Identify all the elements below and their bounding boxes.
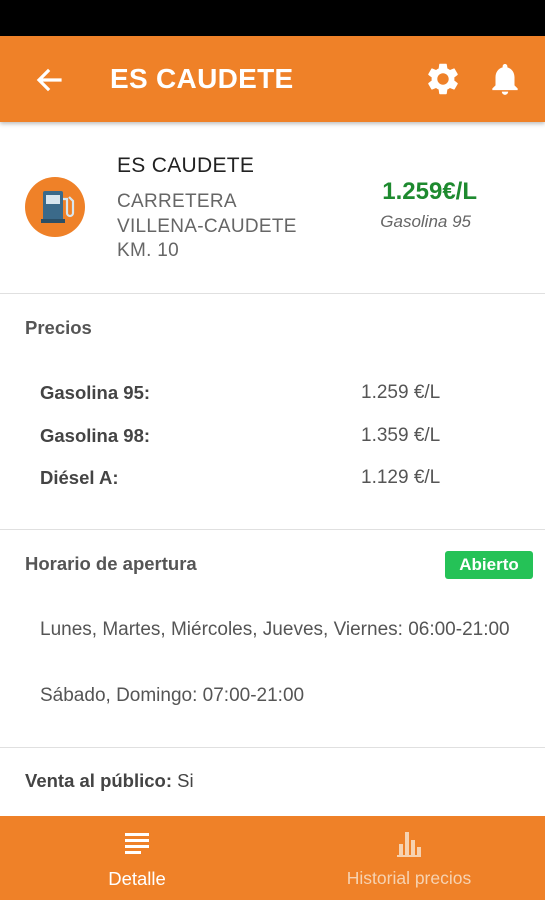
page-title: ES CAUDETE <box>110 63 294 94</box>
opening-hours-section: Horario de apertura Abierto Lunes, Marte… <box>0 530 545 748</box>
fuel-pump-icon <box>25 177 85 237</box>
fuel-label: Gasolina 95: <box>40 382 151 403</box>
station-detail: ES CAUDETE CARRETERA VILLENA-CAUDETE KM.… <box>0 122 545 816</box>
prices-title: Precios <box>25 317 92 338</box>
prices-section: Precios Gasolina 95: 1.259 €/L Gasolina … <box>0 294 545 530</box>
station-address: CARRETERA VILLENA-CAUDETE KM. 10 <box>117 190 317 264</box>
hours-line-weekdays: Lunes, Martes, Miércoles, Jueves, Vierne… <box>40 619 510 640</box>
bottom-navigation: Detalle Historial precios <box>0 816 545 900</box>
opening-hours-title: Horario de apertura <box>25 553 197 574</box>
featured-price: 1.259€/L <box>382 178 477 205</box>
fuel-price: 1.359 €/L <box>361 425 441 446</box>
list-icon <box>125 833 149 854</box>
featured-fuel-type: Gasolina 95 <box>380 212 471 231</box>
tab-detail-label: Detalle <box>108 868 166 889</box>
tab-price-history[interactable]: Historial precios <box>330 816 488 900</box>
address-line: CARRETERA <box>117 191 237 212</box>
station-card: ES CAUDETE CARRETERA VILLENA-CAUDETE KM.… <box>0 122 545 294</box>
notifications-button[interactable] <box>486 60 524 98</box>
status-badge: Abierto <box>445 551 533 579</box>
arrow-left-icon <box>36 68 62 92</box>
status-bar <box>0 0 545 36</box>
tab-detail[interactable]: Detalle <box>72 816 202 900</box>
price-row: Gasolina 95: 1.259 €/L <box>40 382 520 412</box>
public-sale-section: Venta al público: Si <box>0 748 545 816</box>
fuel-label: Gasolina 98: <box>40 425 151 446</box>
price-row: Diésel A: 1.129 €/L <box>40 467 520 497</box>
fuel-price: 1.259 €/L <box>361 382 441 403</box>
settings-button[interactable] <box>424 60 462 98</box>
app-bar: ES CAUDETE <box>0 36 545 122</box>
public-sale-info: Venta al público: Si <box>25 770 194 792</box>
address-line: VILLENA-CAUDETE <box>117 215 297 237</box>
public-sale-value: Si <box>177 770 194 791</box>
public-sale-label: Venta al público: <box>25 770 172 791</box>
back-button[interactable] <box>30 60 70 100</box>
bar-chart-icon <box>397 832 421 857</box>
tab-price-history-label: Historial precios <box>346 868 472 888</box>
fuel-price: 1.129 €/L <box>361 467 441 488</box>
station-name: ES CAUDETE <box>117 154 255 177</box>
price-row: Gasolina 98: 1.359 €/L <box>40 425 520 455</box>
address-line: KM. 10 <box>117 240 179 261</box>
bell-icon <box>492 63 518 95</box>
gear-icon <box>428 63 458 95</box>
hours-line-weekend: Sábado, Domingo: 07:00-21:00 <box>40 685 305 706</box>
fuel-label: Diésel A: <box>40 467 119 488</box>
